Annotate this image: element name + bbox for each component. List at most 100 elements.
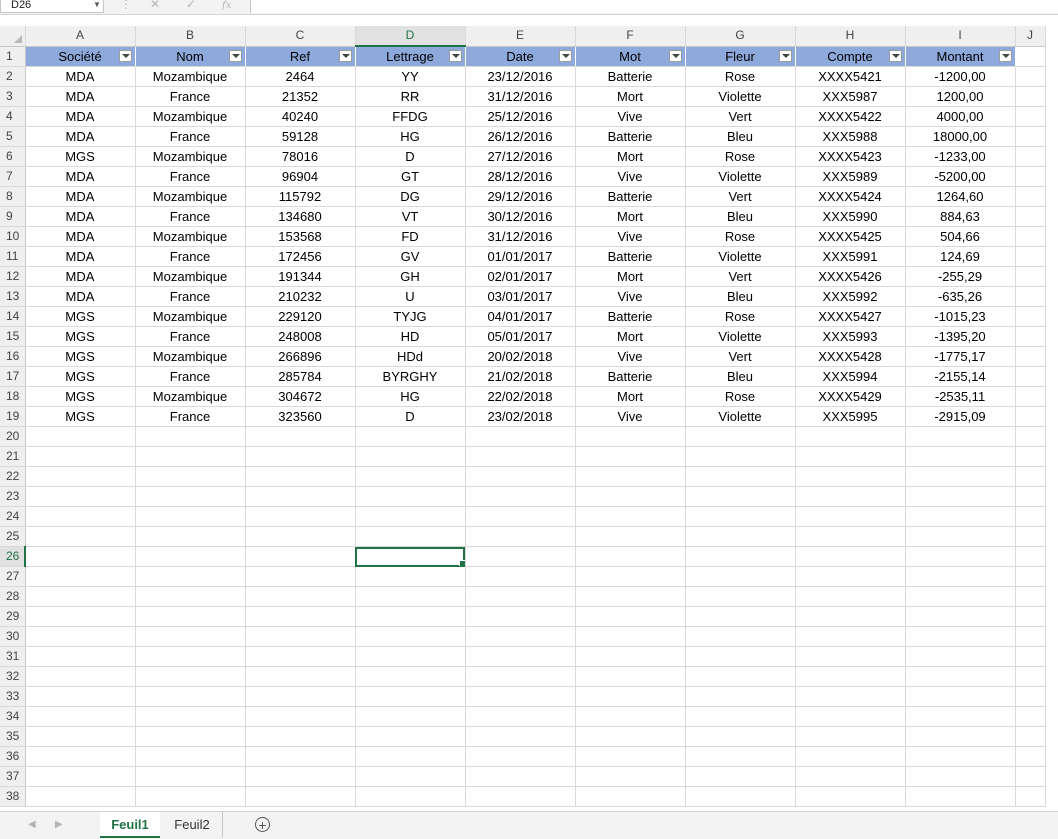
- row-header[interactable]: 2: [0, 66, 26, 87]
- table-header-cell[interactable]: Ref: [245, 46, 356, 67]
- grid-cell[interactable]: [1015, 186, 1046, 207]
- enter-icon[interactable]: ✓: [186, 0, 196, 10]
- grid-cell[interactable]: [685, 446, 796, 467]
- table-cell[interactable]: 25/12/2016: [465, 106, 576, 127]
- table-cell[interactable]: MGS: [25, 406, 136, 427]
- table-cell[interactable]: -1015,23: [905, 306, 1016, 327]
- grid-cell[interactable]: [135, 526, 246, 547]
- table-cell[interactable]: MDA: [25, 266, 136, 287]
- table-cell[interactable]: 285784: [245, 366, 356, 387]
- grid-cell[interactable]: [1015, 426, 1046, 447]
- table-cell[interactable]: Bleu: [685, 126, 796, 147]
- table-cell[interactable]: DG: [355, 186, 466, 207]
- grid-cell[interactable]: [1015, 306, 1046, 327]
- table-cell[interactable]: FFDG: [355, 106, 466, 127]
- grid-cell[interactable]: [135, 626, 246, 647]
- table-cell[interactable]: D: [355, 406, 466, 427]
- column-header-f[interactable]: F: [575, 26, 686, 47]
- grid-cell[interactable]: [25, 686, 136, 707]
- grid-cell[interactable]: [685, 606, 796, 627]
- grid-cell[interactable]: [575, 626, 686, 647]
- grid-cell[interactable]: [465, 566, 576, 587]
- row-header[interactable]: 37: [0, 766, 26, 787]
- row-header[interactable]: 24: [0, 506, 26, 527]
- grid-cell[interactable]: [685, 646, 796, 667]
- row-header[interactable]: 5: [0, 126, 26, 147]
- table-cell[interactable]: XXXX5429: [795, 386, 906, 407]
- table-cell[interactable]: France: [135, 286, 246, 307]
- grid-cell[interactable]: [1015, 106, 1046, 127]
- filter-dropdown-icon[interactable]: [118, 49, 132, 62]
- grid-cell[interactable]: [465, 586, 576, 607]
- fill-handle[interactable]: [458, 560, 464, 566]
- table-cell[interactable]: France: [135, 126, 246, 147]
- row-header[interactable]: 28: [0, 586, 26, 607]
- grid-cell[interactable]: [355, 506, 466, 527]
- grid-cell[interactable]: [685, 686, 796, 707]
- grid-cell[interactable]: [245, 546, 356, 567]
- grid-cell[interactable]: [355, 486, 466, 507]
- active-cell[interactable]: [355, 546, 466, 567]
- table-cell[interactable]: 115792: [245, 186, 356, 207]
- row-header[interactable]: 11: [0, 246, 26, 267]
- table-cell[interactable]: 26/12/2016: [465, 126, 576, 147]
- column-header-g[interactable]: G: [685, 26, 796, 47]
- grid-cell[interactable]: [1015, 506, 1046, 527]
- grid-cell[interactable]: [905, 786, 1016, 807]
- table-cell[interactable]: -2155,14: [905, 366, 1016, 387]
- table-cell[interactable]: YY: [355, 66, 466, 87]
- table-cell[interactable]: XXX5988: [795, 126, 906, 147]
- table-header-cell[interactable]: Compte: [795, 46, 906, 67]
- grid-cell[interactable]: [795, 606, 906, 627]
- grid-cell[interactable]: [575, 706, 686, 727]
- grid-cell[interactable]: [1015, 266, 1046, 287]
- grid-cell[interactable]: [465, 526, 576, 547]
- grid-cell[interactable]: [465, 686, 576, 707]
- grid-cell[interactable]: [25, 646, 136, 667]
- table-cell[interactable]: MDA: [25, 206, 136, 227]
- table-cell[interactable]: U: [355, 286, 466, 307]
- table-cell[interactable]: 1200,00: [905, 86, 1016, 107]
- table-cell[interactable]: 96904: [245, 166, 356, 187]
- table-cell[interactable]: HG: [355, 126, 466, 147]
- table-cell[interactable]: Mort: [575, 86, 686, 107]
- grid-cell[interactable]: [1015, 286, 1046, 307]
- table-cell[interactable]: Mozambique: [135, 66, 246, 87]
- grid-cell[interactable]: [1015, 726, 1046, 747]
- name-box[interactable]: D26: [0, 0, 104, 13]
- grid-cell[interactable]: [685, 466, 796, 487]
- grid-cell[interactable]: [1015, 126, 1046, 147]
- grid-cell[interactable]: [355, 446, 466, 467]
- table-cell[interactable]: Mozambique: [135, 146, 246, 167]
- grid-cell[interactable]: [355, 706, 466, 727]
- grid-cell[interactable]: [575, 506, 686, 527]
- grid-cell[interactable]: [245, 606, 356, 627]
- grid-cell[interactable]: [1015, 786, 1046, 807]
- grid-cell[interactable]: [135, 586, 246, 607]
- table-cell[interactable]: 29/12/2016: [465, 186, 576, 207]
- table-cell[interactable]: France: [135, 366, 246, 387]
- table-cell[interactable]: 191344: [245, 266, 356, 287]
- grid-cell[interactable]: [135, 786, 246, 807]
- grid-cell[interactable]: [795, 586, 906, 607]
- table-cell[interactable]: XXX5987: [795, 86, 906, 107]
- grid-cell[interactable]: [795, 426, 906, 447]
- grid-cell[interactable]: [905, 666, 1016, 687]
- row-header[interactable]: 31: [0, 646, 26, 667]
- table-cell[interactable]: 18000,00: [905, 126, 1016, 147]
- filter-dropdown-icon[interactable]: [228, 49, 242, 62]
- grid-cell[interactable]: [795, 626, 906, 647]
- table-cell[interactable]: 40240: [245, 106, 356, 127]
- grid-cell[interactable]: [905, 726, 1016, 747]
- table-cell[interactable]: 248008: [245, 326, 356, 347]
- table-cell[interactable]: 124,69: [905, 246, 1016, 267]
- grid-cell[interactable]: [1015, 46, 1046, 67]
- table-cell[interactable]: France: [135, 406, 246, 427]
- grid-cell[interactable]: [1015, 546, 1046, 567]
- grid-cell[interactable]: [25, 766, 136, 787]
- grid-cell[interactable]: [355, 626, 466, 647]
- table-header-cell[interactable]: Mot: [575, 46, 686, 67]
- grid-cell[interactable]: [795, 446, 906, 467]
- grid-cell[interactable]: [905, 566, 1016, 587]
- filter-dropdown-icon[interactable]: [778, 49, 792, 62]
